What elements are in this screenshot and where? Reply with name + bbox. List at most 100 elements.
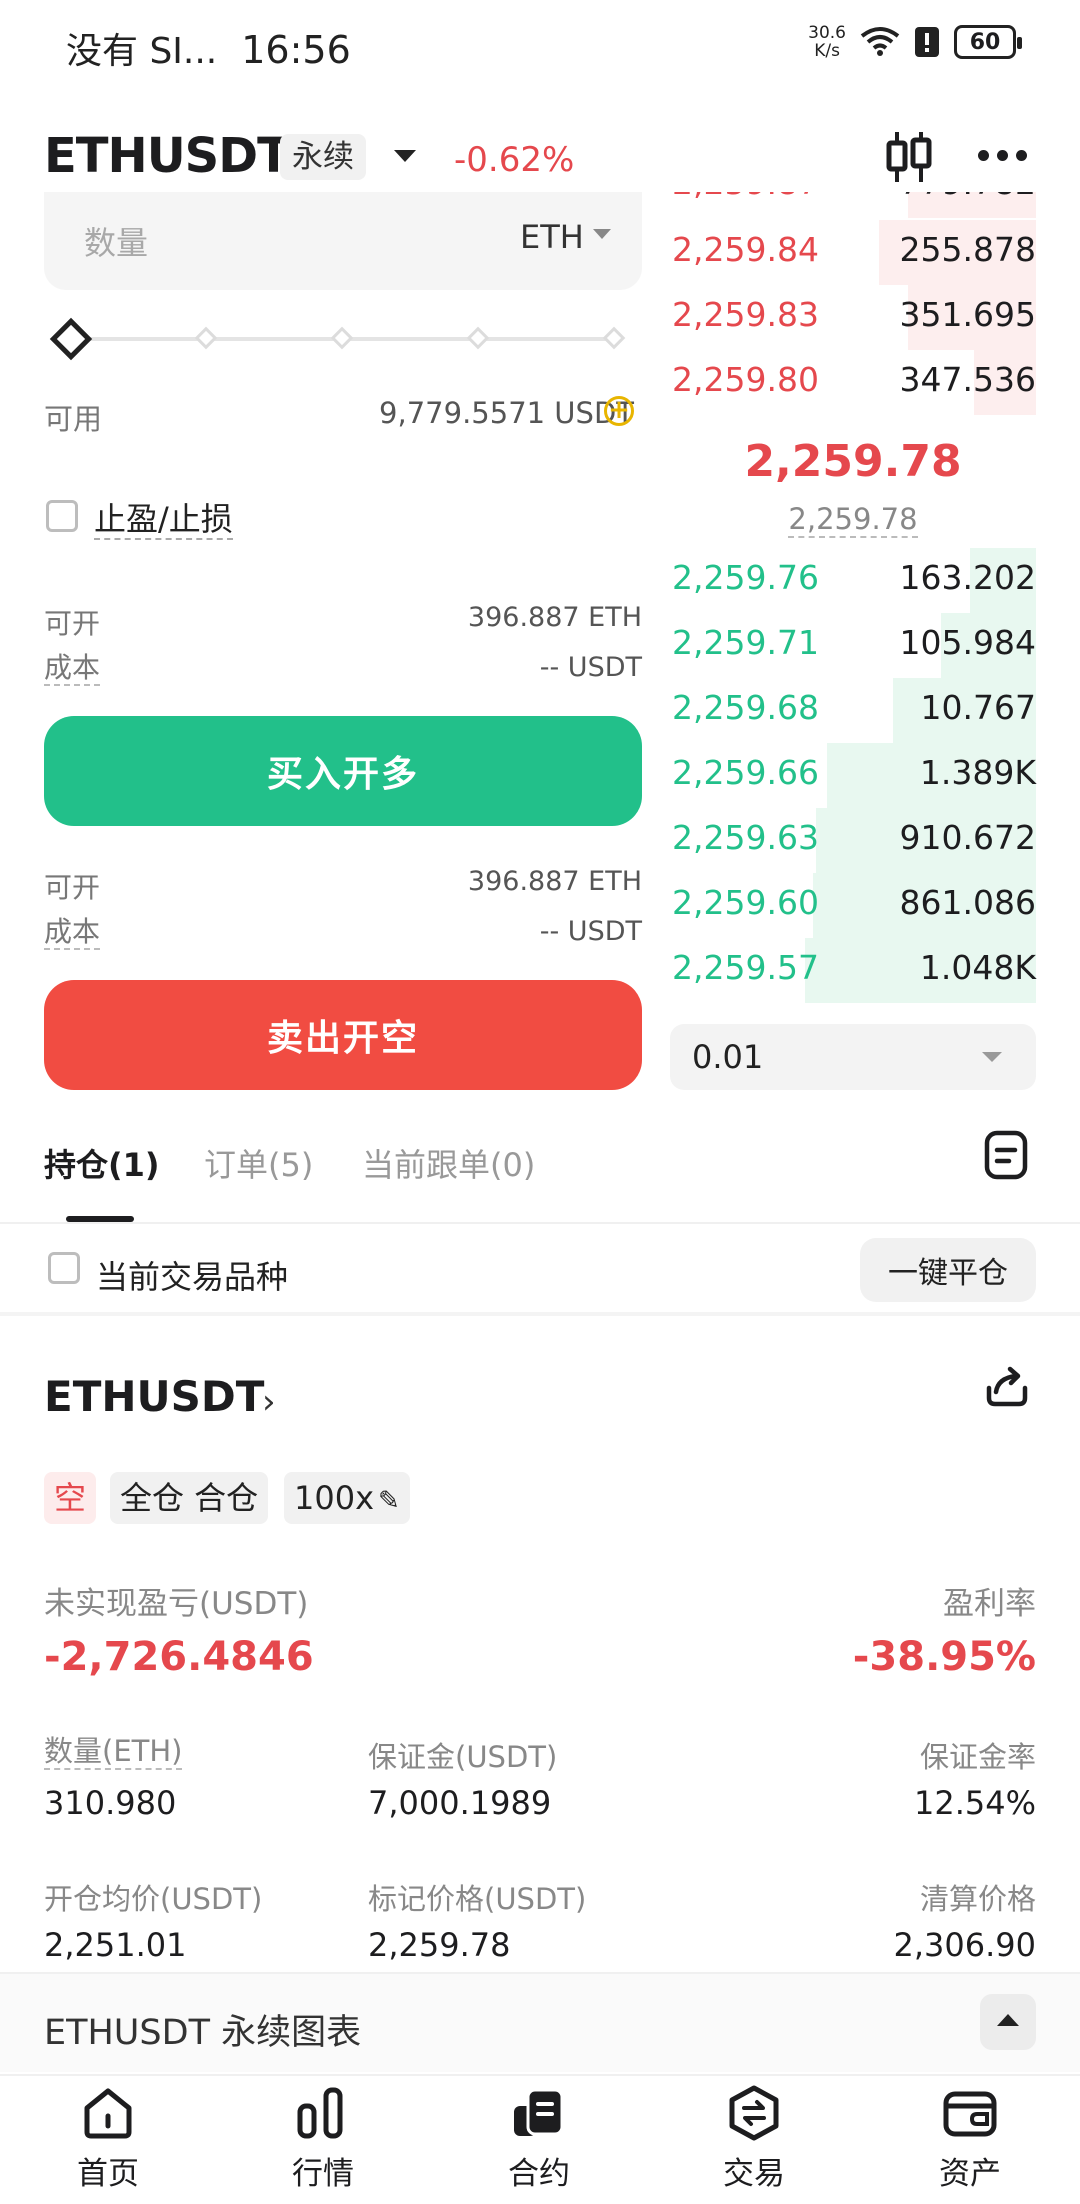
close-all-button[interactable]: 一键平仓 [860,1238,1036,1302]
bid-row[interactable]: 2,259.66 1.389K [670,743,1036,808]
bid-price: 2,259.63 [672,818,819,857]
bid-row[interactable]: 2,259.63 910.672 [670,808,1036,873]
slider-step-100[interactable] [602,326,626,350]
ask-quantity: 351.695 [899,295,1036,334]
short-cost-value: -- USDT [539,916,642,947]
leverage-badge[interactable]: 100x ✎ [284,1472,410,1524]
trade-icon [729,2085,779,2141]
network-speed-value: 30.6 [808,23,846,43]
tab-orders[interactable]: 订单(5) [204,1140,313,1186]
long-cost-value: -- USDT [539,652,642,683]
margin-ratio-label: 保证金率 [919,1740,1036,1774]
bid-quantity: 1.389K [919,753,1036,792]
bid-quantity: 10.767 [920,688,1036,727]
ask-row[interactable]: 2,259.84 255.878 [670,220,1036,285]
nav-trade-label: 交易 [723,2156,785,2192]
liquidation-price-value: 2,306.90 [893,1926,1037,1964]
tab-positions[interactable]: 持仓(1) [44,1140,160,1186]
current-symbol-label[interactable]: 当前交易品种 [96,1252,288,1298]
bid-price: 2,259.71 [672,623,819,662]
chevron-right-icon[interactable]: › [262,1382,276,1422]
wifi-icon [860,27,900,56]
tab-copy-trading[interactable]: 当前跟单(0) [362,1140,535,1186]
network-speed-unit: K/s [814,41,840,61]
mark-price-value: 2,259.78 [788,502,918,538]
bid-quantity: 163.202 [899,558,1036,597]
short-max-open-value: 396.887 ETH [467,866,642,897]
bid-quantity: 1.048K [919,948,1036,987]
buy-long-button[interactable]: 买入开多 [44,716,642,826]
long-cost-label: 成本 [44,651,101,686]
status-bar-left: 没有 SI... 16:56 [66,22,351,74]
bid-row[interactable]: 2,259.57 1.048K [670,938,1036,1003]
position-symbol[interactable]: ETHUSDT [44,1372,264,1421]
bid-price: 2,259.60 [672,883,819,922]
nav-trade[interactable]: 交易 [684,2084,824,2193]
market-icon [297,2087,343,2139]
margin-label: 保证金(USDT) [368,1740,558,1774]
add-funds-icon[interactable]: + [604,396,634,426]
liquidation-price-label: 清算价格 [919,1882,1036,1916]
carrier-text: 没有 SI... [66,31,218,72]
long-max-open-label: 可开 [44,607,101,640]
entry-price-label: 开仓均价(USDT) [44,1882,263,1916]
nav-futures[interactable]: 合约 [469,2084,609,2193]
available-label: 可用 [44,402,103,436]
ask-price: 2,259.80 [672,360,819,399]
alert-icon [915,27,939,57]
chevron-down-icon[interactable] [982,1052,1002,1062]
symbol-title[interactable]: ETHUSDT [44,128,290,184]
nav-futures-label: 合约 [508,2156,570,2192]
nav-market[interactable]: 行情 [253,2084,393,2193]
quantity-slider-handle[interactable] [49,317,93,361]
nav-market-label: 行情 [292,2156,354,2192]
slider-step-50[interactable] [330,326,354,350]
ask-row[interactable]: 2,259.80 347.536 [670,350,1036,415]
leverage-value: 100x [294,1479,375,1517]
ask-quantity: 255.878 [899,230,1036,269]
sell-short-button[interactable]: 卖出开空 [44,980,642,1090]
tab-divider [0,1222,1080,1224]
long-max-open-value: 396.887 ETH [467,602,642,633]
bid-row[interactable]: 2,259.60 861.086 [670,873,1036,938]
ask-row[interactable]: 2,259.83 351.695 [670,285,1036,350]
candlestick-chart-icon-overlay[interactable] [884,130,934,184]
unrealized-pnl-value: -2,726.4846 [44,1634,314,1680]
tpsl-label[interactable]: 止盈/止损 [94,500,233,540]
slider-step-75[interactable] [466,326,490,350]
short-cost-label: 成本 [44,915,101,950]
entry-price-value: 2,251.01 [44,1926,187,1964]
unrealized-pnl-label: 未实现盈亏(USDT) [44,1586,309,1622]
contract-type-badge: 永续 [280,134,366,180]
bid-row[interactable]: 2,259.68 10.767 [670,678,1036,743]
more-options-icon-overlay[interactable] [978,150,1027,161]
chevron-up-icon[interactable] [980,1994,1036,2050]
unit-dropdown-icon[interactable] [593,229,611,239]
current-symbol-checkbox[interactable] [48,1252,80,1284]
futures-icon [514,2088,564,2136]
chart-drawer-title: ETHUSDT 永续图表 [44,2013,362,2053]
bid-price: 2,259.68 [672,688,819,727]
qty-value: 310.980 [44,1784,177,1822]
edit-icon[interactable]: ✎ [378,1486,400,1516]
roe-label: 盈利率 [943,1586,1036,1622]
bid-row[interactable]: 2,259.76 163.202 [670,548,1036,613]
slider-step-25[interactable] [194,326,218,350]
roe-value: -38.95% [852,1634,1036,1680]
bid-row[interactable]: 2,259.71 105.984 [670,613,1036,678]
symbol-dropdown-icon[interactable] [394,150,416,162]
bid-price: 2,259.76 [672,558,819,597]
last-price: 2,259.78 [744,436,962,487]
nav-assets[interactable]: 资产 [900,2084,1040,2193]
section-divider [0,1312,1080,1316]
tpsl-checkbox[interactable] [46,500,78,532]
clock: 16:56 [241,28,351,72]
order-history-icon[interactable] [984,1130,1028,1180]
nav-home[interactable]: 首页 [38,2084,178,2193]
share-icon[interactable] [984,1364,1030,1410]
bid-price: 2,259.66 [672,753,819,792]
bid-price: 2,259.57 [672,948,819,987]
qty-label: 数量(ETH) [44,1734,183,1770]
margin-ratio-value: 12.54% [913,1784,1036,1822]
quantity-unit-selector[interactable]: ETH [520,218,584,256]
